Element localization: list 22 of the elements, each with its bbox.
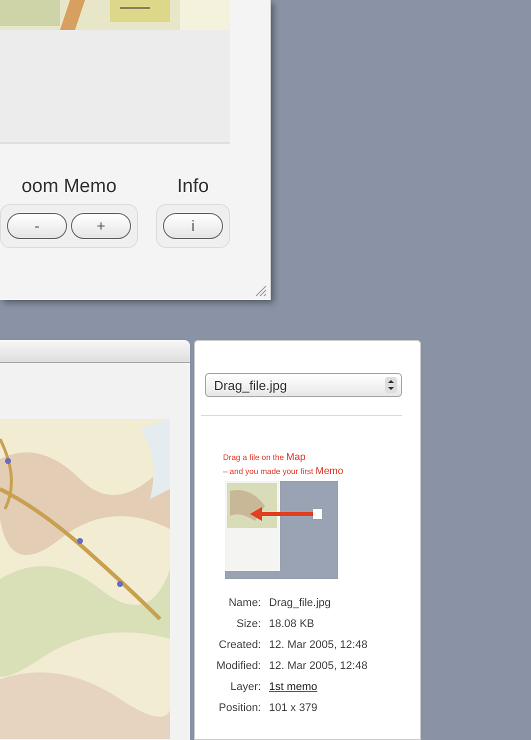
group-label: Info — [177, 176, 209, 198]
stepper-arrows-icon — [385, 377, 397, 393]
field-label: Size: — [236, 618, 261, 630]
field-label: Created: — [218, 639, 261, 651]
resize-grip-icon[interactable] — [253, 283, 267, 297]
field-value: 101 x 379 — [269, 702, 318, 714]
field-label: Modified: — [215, 660, 261, 672]
field-label: Name: — [228, 597, 261, 609]
field-value: 18.08 KB — [269, 618, 316, 630]
hint-text: Drag a file on the Map — [223, 452, 307, 463]
field-value: Drag_file.jpg — [269, 597, 332, 609]
hint-text: – and you made your first Memo — [223, 466, 344, 477]
field-value: 12. Mar 2005, 12:48 — [269, 660, 368, 672]
field-value: 12. Mar 2005, 12:48 — [269, 639, 368, 651]
pill-button[interactable]: i — [163, 213, 223, 239]
layer-link[interactable]: 1st memo — [269, 681, 420, 693]
pill-button[interactable]: - — [7, 213, 67, 239]
group-label: oom Memo — [21, 176, 117, 198]
file-select[interactable]: Drag_file.jpg — [205, 373, 402, 397]
field-label: Layer: — [229, 681, 261, 693]
pill-button[interactable]: + — [71, 213, 131, 239]
field-label: Position: — [218, 702, 261, 714]
